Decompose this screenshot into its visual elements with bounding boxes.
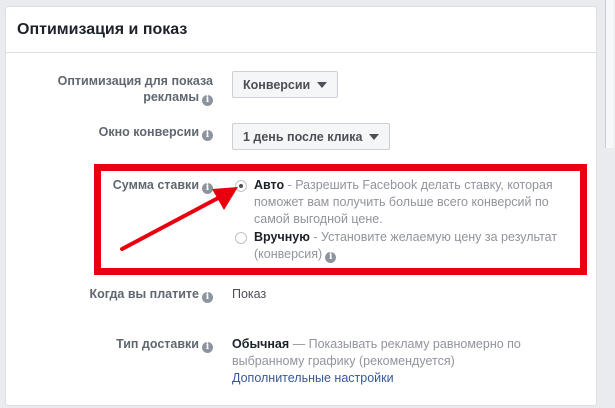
red-arrow-annotation <box>120 187 238 251</box>
delivery-type-label-text: Тип доставки <box>116 337 199 351</box>
advanced-settings-link[interactable]: Дополнительные настройки <box>232 371 394 385</box>
title-divider <box>6 52 596 53</box>
conversion-window-label-text: Окно конверсии <box>98 125 199 139</box>
optimization-label-line2: рекламы <box>143 90 199 104</box>
info-icon[interactable]: i <box>202 342 213 353</box>
info-icon[interactable]: i <box>202 292 213 303</box>
payment-label: Когда вы платите i <box>6 286 213 303</box>
page-scrollbar[interactable] <box>605 0 614 148</box>
conversion-window-dropdown-value: 1 день после клика <box>243 129 363 144</box>
optimization-dropdown-value: Конверсии <box>243 77 311 92</box>
caret-down-icon <box>317 81 328 88</box>
delivery-type-label: Тип доставки i <box>6 336 213 353</box>
optimization-label: Оптимизация для показа рекламы i <box>6 73 213 106</box>
payment-label-text: Когда вы платите <box>89 287 199 301</box>
conversion-window-dropdown[interactable]: 1 день после клика <box>232 123 391 150</box>
optimization-label-line1: Оптимизация для показа <box>57 74 213 88</box>
conversion-window-label: Окно конверсии i <box>6 124 213 141</box>
caret-down-icon <box>369 133 380 140</box>
optimization-dropdown[interactable]: Конверсии <box>232 71 339 98</box>
optimization-delivery-panel: Оптимизация и показ Оптимизация для пока… <box>5 6 597 406</box>
panel-title: Оптимизация и показ <box>17 21 188 38</box>
delivery-type-title: Обычная <box>232 337 290 351</box>
info-icon[interactable]: i <box>202 95 213 106</box>
delivery-type-desc-line1: — Показывать рекламу равномерно по <box>289 337 521 351</box>
delivery-type-desc-line2: выбранному графику (рекомендуется) <box>232 354 455 368</box>
payment-value: Показ <box>232 287 267 301</box>
delivery-type-value: Обычная — Показывать рекламу равномерно … <box>232 336 562 370</box>
info-icon[interactable]: i <box>202 130 213 141</box>
